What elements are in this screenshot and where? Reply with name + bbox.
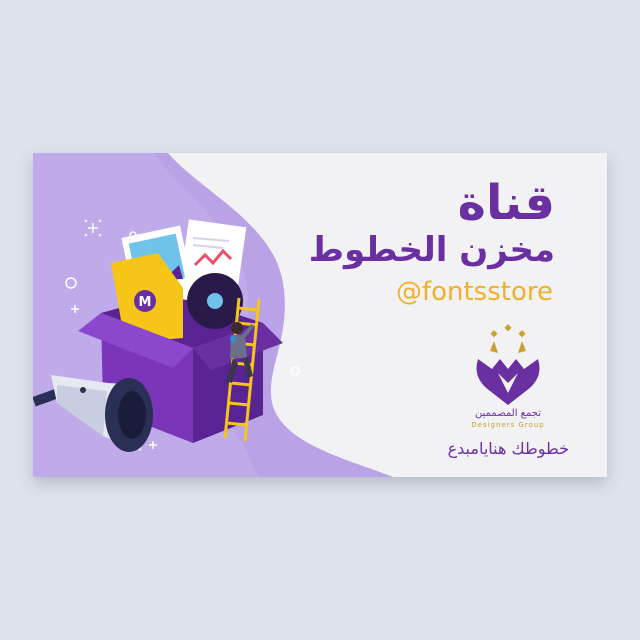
slogan: خطوطك هنايامبدع (447, 439, 569, 458)
title-store-name: مخزن الخطوط (308, 230, 555, 270)
logo-english-text: Designers Group (471, 421, 545, 429)
banner-card: M قناة مخزن الخطوط @fontsstore تجمع المص… (33, 153, 607, 477)
social-handle[interactable]: @fontsstore (396, 279, 553, 305)
logo-mark (476, 324, 540, 405)
page: M قناة مخزن الخطوط @fontsstore تجمع المص… (0, 0, 640, 640)
title-channel: قناة (457, 175, 555, 231)
logo-arabic-text: تجمع المصممين (475, 408, 541, 419)
folder-badge: M (139, 295, 152, 310)
